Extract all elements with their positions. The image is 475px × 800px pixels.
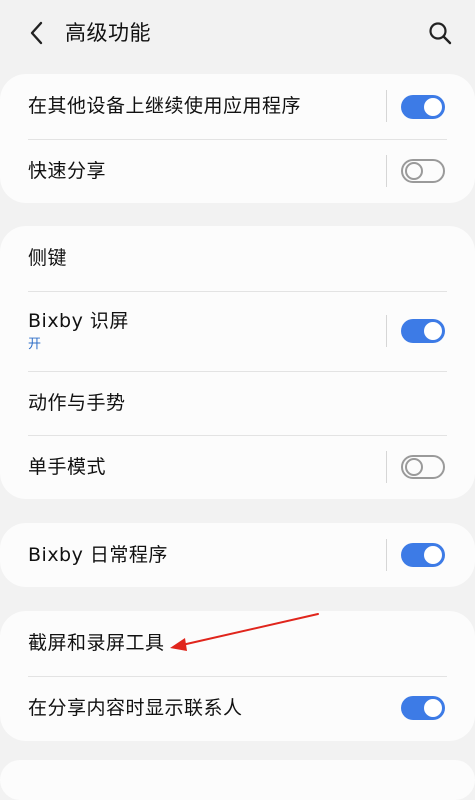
back-button[interactable] [22, 18, 52, 48]
toggle-knob [405, 162, 423, 180]
setting-label: 动作与手势 [28, 392, 126, 414]
settings-card-bixby-routines: Bixby 日常程序 [0, 523, 475, 587]
one-handed-mode-toggle[interactable] [401, 455, 445, 479]
setting-label: 在其他设备上继续使用应用程序 [28, 95, 302, 117]
setting-label: Bixby 识屏 [28, 310, 129, 332]
toggle-knob [405, 458, 423, 476]
setting-status: 开 [28, 337, 42, 352]
setting-label: 截屏和录屏工具 [28, 632, 165, 654]
settings-card-continuity: 在其他设备上继续使用应用程序 快速分享 [0, 74, 475, 203]
continue-apps-toggle[interactable] [401, 95, 445, 119]
setting-screenshot-recorder[interactable]: 截屏和录屏工具 [0, 611, 475, 676]
toggle-knob [422, 697, 444, 719]
setting-label: Bixby 日常程序 [28, 544, 168, 566]
toggle-knob [422, 320, 444, 342]
setting-label: 单手模式 [28, 456, 107, 478]
quick-share-toggle[interactable] [401, 159, 445, 183]
setting-continue-apps[interactable]: 在其他设备上继续使用应用程序 [0, 74, 475, 139]
show-contacts-toggle[interactable] [401, 696, 445, 720]
bixby-vision-toggle[interactable] [401, 319, 445, 343]
setting-bixby-vision[interactable]: Bixby 识屏 开 [0, 291, 475, 371]
app-header: 高级功能 [0, 0, 475, 66]
page-title: 高级功能 [65, 21, 151, 45]
vertical-divider [386, 90, 387, 122]
chevron-left-icon [30, 21, 43, 45]
settings-card-side-key: 侧键 Bixby 识屏 开 动作与手势 单手模式 [0, 226, 475, 499]
settings-card-next [0, 760, 475, 800]
vertical-divider [386, 155, 387, 187]
vertical-divider [386, 539, 387, 571]
setting-label: 侧键 [28, 247, 68, 269]
bixby-routines-toggle[interactable] [401, 543, 445, 567]
setting-side-key[interactable]: 侧键 [0, 226, 475, 291]
toggle-knob [422, 544, 444, 566]
search-icon [429, 22, 452, 45]
setting-show-contacts-sharing[interactable]: 在分享内容时显示联系人 [0, 676, 475, 741]
settings-card-screenshots: 截屏和录屏工具 在分享内容时显示联系人 [0, 611, 475, 741]
search-button[interactable] [425, 18, 455, 48]
setting-motions-gestures[interactable]: 动作与手势 [0, 371, 475, 435]
setting-bixby-routines[interactable]: Bixby 日常程序 [0, 523, 475, 587]
setting-quick-share[interactable]: 快速分享 [0, 139, 475, 203]
vertical-divider [386, 451, 387, 483]
setting-one-handed-mode[interactable]: 单手模式 [0, 435, 475, 499]
vertical-divider [386, 315, 387, 347]
setting-label: 在分享内容时显示联系人 [28, 697, 243, 719]
setting-label: 快速分享 [28, 160, 107, 182]
toggle-knob [422, 96, 444, 118]
